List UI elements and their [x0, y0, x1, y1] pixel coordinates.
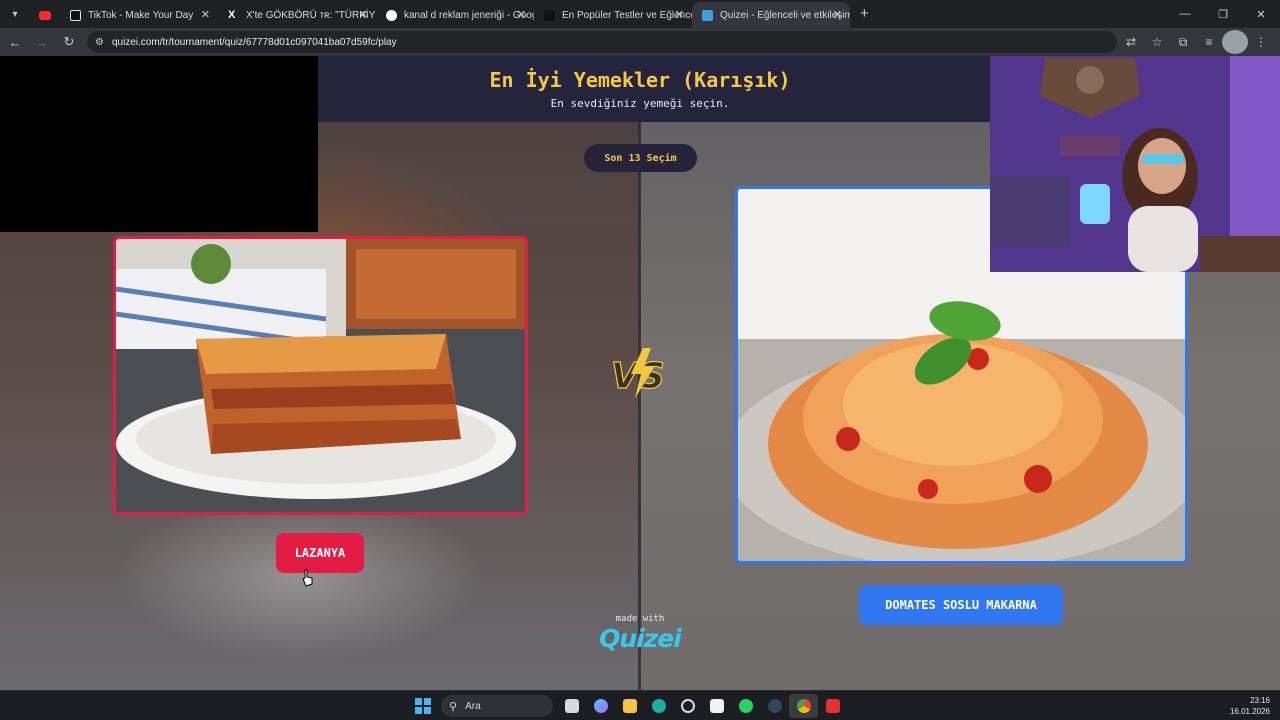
edge-icon[interactable]: [644, 694, 673, 718]
tab-tiktok[interactable]: TikTok - Make Your Day ✕: [60, 2, 218, 28]
extensions-icon[interactable]: ⧉: [1170, 30, 1196, 54]
tab-popular-tests[interactable]: En Popüler Testler ve Eğlenceli ✕: [534, 2, 692, 28]
tab-google[interactable]: kanal d reklam jeneriği - Googl ✕: [376, 2, 534, 28]
lasagna-image: [116, 239, 525, 512]
close-window-icon[interactable]: ✕: [1242, 0, 1280, 28]
left-option-button[interactable]: LAZANYA: [276, 533, 364, 573]
file-explorer-icon[interactable]: [615, 694, 644, 718]
quizei-logo[interactable]: Quizei: [590, 624, 690, 653]
clock-time: 23:16: [1249, 696, 1270, 705]
browser-tab-strip: ▾ TikTok - Make Your Day ✕ X X'te GÖKBÖR…: [0, 0, 1280, 28]
close-tab-icon[interactable]: ✕: [675, 8, 684, 21]
copilot-icon[interactable]: [586, 694, 615, 718]
whatsapp-icon[interactable]: [731, 694, 760, 718]
tab-search-menu-button[interactable]: ▾: [4, 3, 26, 25]
round-badge: Son 13 Seçim: [584, 144, 697, 172]
translate-icon[interactable]: ⇄: [1118, 30, 1144, 54]
right-option-button[interactable]: DOMATES SOSLU MAKARNA: [859, 585, 1063, 625]
site-settings-icon[interactable]: ⚙: [95, 37, 104, 48]
search-icon: ⚲: [449, 700, 458, 713]
taskbar: ⚲ Ara 23:16 16.01.2026: [0, 690, 1280, 720]
task-view-icon[interactable]: [557, 694, 586, 718]
store-icon[interactable]: [702, 694, 731, 718]
x-icon: X: [228, 9, 236, 21]
taskbar-search[interactable]: ⚲ Ara: [441, 695, 553, 717]
settings-gear-icon[interactable]: [673, 694, 702, 718]
black-overlay: [0, 56, 318, 232]
tab-youtube[interactable]: [30, 2, 60, 28]
quiz-page: En İyi Yemekler (Karışık) En sevdiğiniz …: [0, 56, 1280, 690]
quizei-icon: [702, 10, 713, 21]
made-with-label: made with: [615, 614, 665, 624]
address-bar[interactable]: ⚙ quizei.com/tr/tournament/quiz/67778d01…: [87, 31, 1117, 53]
left-option-image[interactable]: [113, 236, 528, 515]
forward-icon[interactable]: →: [30, 30, 54, 54]
close-tab-icon[interactable]: ✕: [201, 8, 210, 21]
url-text[interactable]: quizei.com/tr/tournament/quiz/67778d01c0…: [112, 37, 397, 48]
tab-label: kanal d reklam jeneriği - Googl: [404, 9, 534, 21]
tab-label: X'te GÖKBÖRÜ ᴛʀ: "TÜRKİYE TÜ: [246, 9, 376, 21]
media-controls-icon[interactable]: ≡: [1196, 30, 1222, 54]
steam-icon[interactable]: [760, 694, 789, 718]
tab-quizei[interactable]: Quizei - Eğlenceli ve etkileşimli ✕: [692, 2, 850, 28]
youtube-icon: [39, 11, 51, 20]
restore-icon[interactable]: ❐: [1204, 0, 1242, 28]
close-tab-icon[interactable]: ✕: [517, 8, 526, 21]
more-menu-icon[interactable]: ⋮: [1248, 30, 1274, 54]
recorder-icon[interactable]: [818, 694, 847, 718]
address-bar-row: ← → ↻ ⚙ quizei.com/tr/tournament/quiz/67…: [0, 28, 1280, 56]
tab-label: TikTok - Make Your Day: [88, 9, 194, 21]
site-icon: [544, 10, 555, 21]
google-icon: [386, 10, 397, 21]
tab-label: En Popüler Testler ve Eğlenceli: [562, 9, 692, 21]
webcam-overlay: [990, 56, 1280, 272]
reload-icon[interactable]: ↻: [57, 30, 81, 54]
close-tab-icon[interactable]: ✕: [833, 8, 842, 21]
new-tab-button[interactable]: +: [860, 5, 869, 22]
tab-label: Quizei - Eğlenceli ve etkileşimli: [720, 9, 850, 21]
system-clock[interactable]: 23:16 16.01.2026: [1230, 695, 1270, 717]
bookmark-star-icon[interactable]: ☆: [1144, 30, 1170, 54]
center-divider: [638, 122, 641, 690]
chrome-icon[interactable]: [789, 694, 818, 718]
search-placeholder: Ara: [465, 700, 481, 712]
profile-avatar[interactable]: [1222, 30, 1248, 54]
close-tab-icon[interactable]: ✕: [359, 8, 368, 21]
versus-icon: VS: [610, 348, 665, 398]
back-icon[interactable]: ←: [3, 30, 27, 54]
window-controls: — ❐ ✕: [1166, 0, 1280, 28]
tab-x[interactable]: X X'te GÖKBÖRÜ ᴛʀ: "TÜRKİYE TÜ ✕: [218, 2, 376, 28]
minimize-icon[interactable]: —: [1166, 0, 1204, 28]
clock-date: 16.01.2026: [1229, 707, 1270, 716]
webcam-image: [990, 56, 1280, 272]
hand-cursor-icon: [302, 569, 313, 587]
windows-start-icon[interactable]: [408, 694, 437, 718]
tiktok-icon: [70, 10, 81, 21]
